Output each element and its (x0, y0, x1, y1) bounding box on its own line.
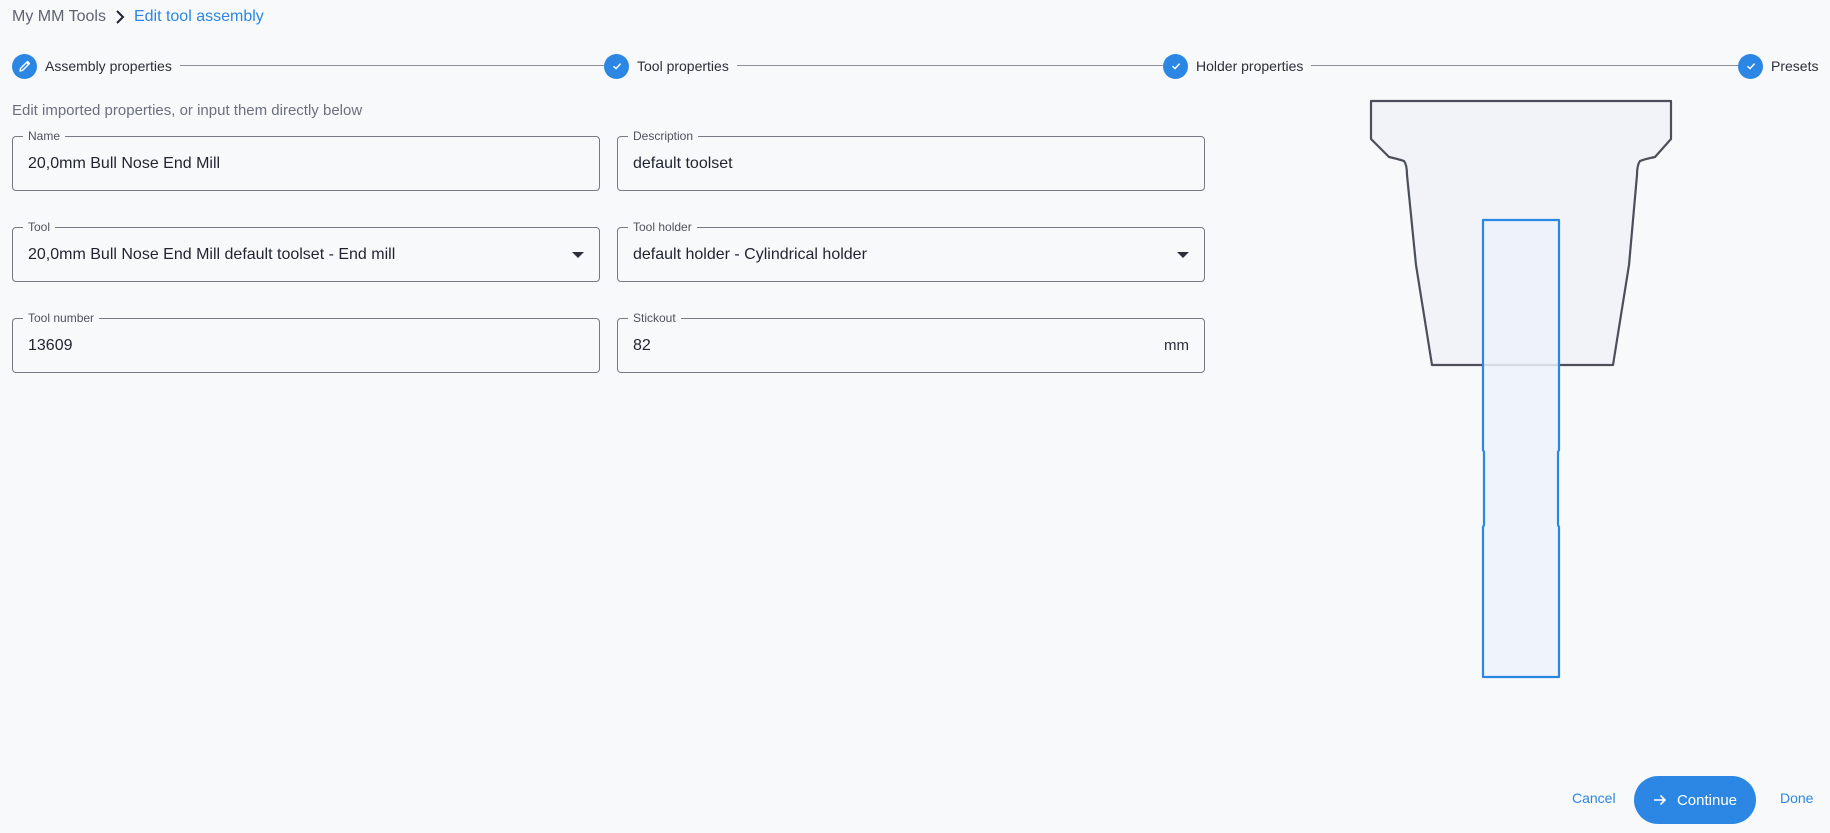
tool-number-field[interactable]: Tool number 13609 (12, 311, 600, 373)
arrow-right-icon (1653, 794, 1667, 806)
field-label: Stickout (628, 311, 681, 325)
unit-suffix: mm (1164, 337, 1189, 354)
breadcrumb-root-link[interactable]: My MM Tools (12, 8, 106, 26)
pencil-icon (12, 53, 37, 79)
tool-holder-select[interactable]: Tool holder default holder - Cylindrical… (617, 220, 1205, 282)
continue-button[interactable]: Continue (1634, 776, 1756, 824)
intro-text: Edit imported properties, or input them … (12, 102, 363, 119)
field-value: 20,0mm Bull Nose End Mill default toolse… (28, 246, 396, 263)
field-value: 82 (633, 337, 651, 354)
field-value: default holder - Cylindrical holder (633, 246, 867, 263)
tool-select[interactable]: Tool 20,0mm Bull Nose End Mill default t… (12, 220, 600, 282)
tool-outline (1481, 218, 1561, 679)
continue-label: Continue (1676, 791, 1738, 809)
chevron-right-icon (110, 8, 130, 26)
field-label: Description (628, 129, 699, 143)
step-label: Tool properties (637, 58, 729, 74)
step-label: Holder properties (1196, 58, 1304, 74)
field-value: 13609 (28, 337, 73, 354)
dropdown-arrow-icon[interactable] (572, 252, 584, 258)
field-value: 20,0mm Bull Nose End Mill (28, 155, 221, 172)
field-label: Tool (23, 220, 56, 234)
step-holder-properties[interactable]: Holder properties (1163, 53, 1312, 79)
description-field[interactable]: Description default toolset (617, 129, 1205, 191)
field-value: default toolset (633, 155, 733, 172)
stickout-field[interactable]: Stickout 82 mm (617, 311, 1205, 373)
breadcrumb-current: Edit tool assembly (133, 8, 264, 25)
stepper: Assembly properties Tool properties Hold… (12, 53, 1827, 79)
breadcrumb: My MM Tools Edit tool assembly (12, 8, 264, 26)
dropdown-arrow-icon[interactable] (1177, 252, 1189, 258)
tool-assembly-diagram (1360, 95, 1690, 690)
step-label: Presets (1771, 58, 1819, 74)
cancel-button[interactable]: Cancel (1572, 790, 1616, 806)
check-icon (604, 53, 629, 79)
step-label: Assembly properties (45, 58, 172, 74)
field-label: Tool number (23, 311, 100, 325)
check-icon (1738, 53, 1763, 79)
done-button[interactable]: Done (1780, 790, 1813, 806)
step-tool-properties[interactable]: Tool properties (604, 53, 737, 79)
step-presets[interactable]: Presets (1738, 53, 1827, 79)
check-icon (1163, 53, 1188, 79)
name-field[interactable]: Name 20,0mm Bull Nose End Mill (12, 129, 600, 191)
step-assembly-properties[interactable]: Assembly properties (12, 53, 180, 79)
field-label: Tool holder (628, 220, 697, 234)
field-label: Name (23, 129, 66, 143)
